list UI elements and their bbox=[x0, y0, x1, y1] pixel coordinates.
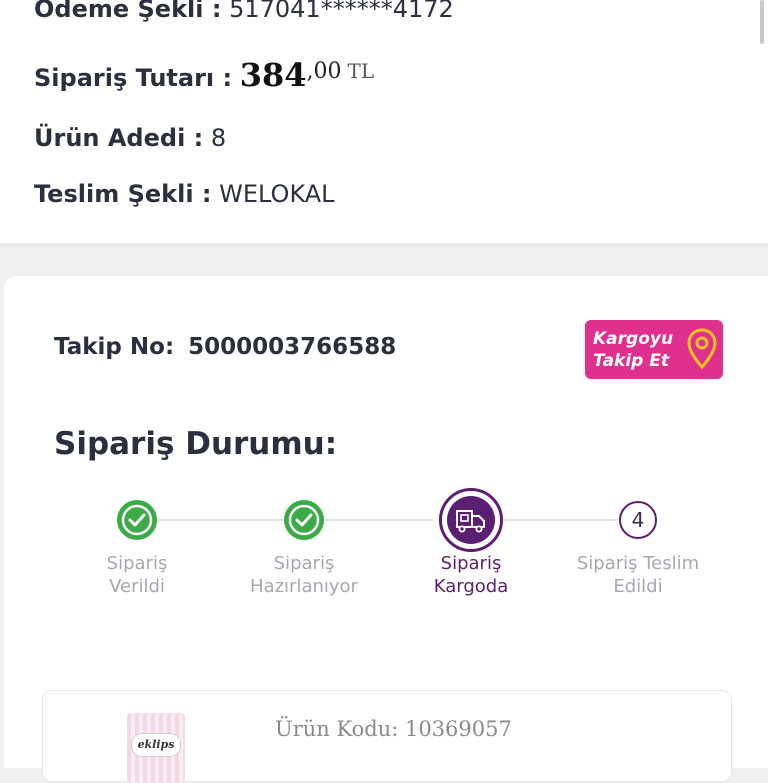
step-4-pending-indicator: 4 bbox=[619, 501, 657, 539]
checkmark-icon bbox=[288, 504, 320, 536]
delivery-method-value: WELOKAL bbox=[219, 180, 335, 208]
step-3-current-indicator bbox=[439, 488, 503, 552]
order-amount-row: Sipariş Tutarı : 384,00 TL bbox=[34, 56, 374, 94]
item-count-label: Ürün Adedi : bbox=[34, 124, 204, 152]
order-amount-label: Sipariş Tutarı : bbox=[34, 64, 233, 92]
delivery-truck-icon bbox=[456, 510, 485, 533]
payment-method-value: 517041******4172 bbox=[229, 0, 454, 23]
track-cargo-button[interactable]: Kargoyu Takip Et bbox=[585, 320, 723, 379]
order-amount-currency: TL bbox=[347, 59, 375, 83]
tracking-number-value: 5000003766588 bbox=[188, 334, 397, 360]
step-1-done-indicator bbox=[117, 500, 157, 540]
order-amount-integer: 384 bbox=[239, 56, 307, 94]
product-code-value: 10369057 bbox=[404, 717, 512, 741]
order-summary-card: Ödeme Şekli : 517041******4172 Sipariş T… bbox=[0, 0, 768, 243]
order-status-title: Sipariş Durumu: bbox=[54, 426, 338, 462]
step-3-label: Sipariş Kargoda bbox=[433, 553, 509, 597]
step-2-label: Sipariş Hazırlanıyor bbox=[250, 553, 358, 597]
product-code-label: Ürün Kodu: bbox=[275, 717, 399, 741]
item-count-row: Ürün Adedi : 8 bbox=[34, 124, 226, 152]
scrollbar[interactable] bbox=[760, 0, 764, 44]
step-4-label: Sipariş Teslim Edildi bbox=[576, 553, 700, 597]
delivery-method-row: Teslim Şekli : WELOKAL bbox=[34, 180, 335, 208]
location-pin-icon bbox=[687, 328, 717, 370]
track-cargo-button-label: Kargoyu Takip Et bbox=[593, 329, 674, 371]
product-code: Ürün Kodu: 10369057 bbox=[275, 717, 512, 741]
product-image: eklips bbox=[127, 713, 185, 783]
item-count-value: 8 bbox=[210, 124, 227, 152]
payment-method-label: Ödeme Şekli : bbox=[34, 0, 222, 23]
order-tracking-card: Takip No: 5000003766588 Kargoyu Takip Et … bbox=[4, 276, 768, 783]
payment-method-row: Ödeme Şekli : 517041******4172 bbox=[34, 0, 454, 23]
step-connector bbox=[138, 519, 303, 521]
tracking-number-row: Takip No: 5000003766588 bbox=[54, 334, 396, 360]
checkmark-icon bbox=[121, 504, 153, 536]
product-brand-logo: eklips bbox=[131, 733, 181, 757]
step-2-done-indicator bbox=[284, 500, 324, 540]
step-1-label: Sipariş Verildi bbox=[106, 553, 168, 597]
product-item-card[interactable]: eklips Ürün Kodu: 10369057 bbox=[42, 690, 732, 783]
order-amount-decimals: ,00 bbox=[306, 59, 342, 84]
tracking-number-label: Takip No: bbox=[54, 334, 175, 360]
delivery-method-label: Teslim Şekli : bbox=[34, 180, 212, 208]
step-connector bbox=[503, 519, 618, 521]
